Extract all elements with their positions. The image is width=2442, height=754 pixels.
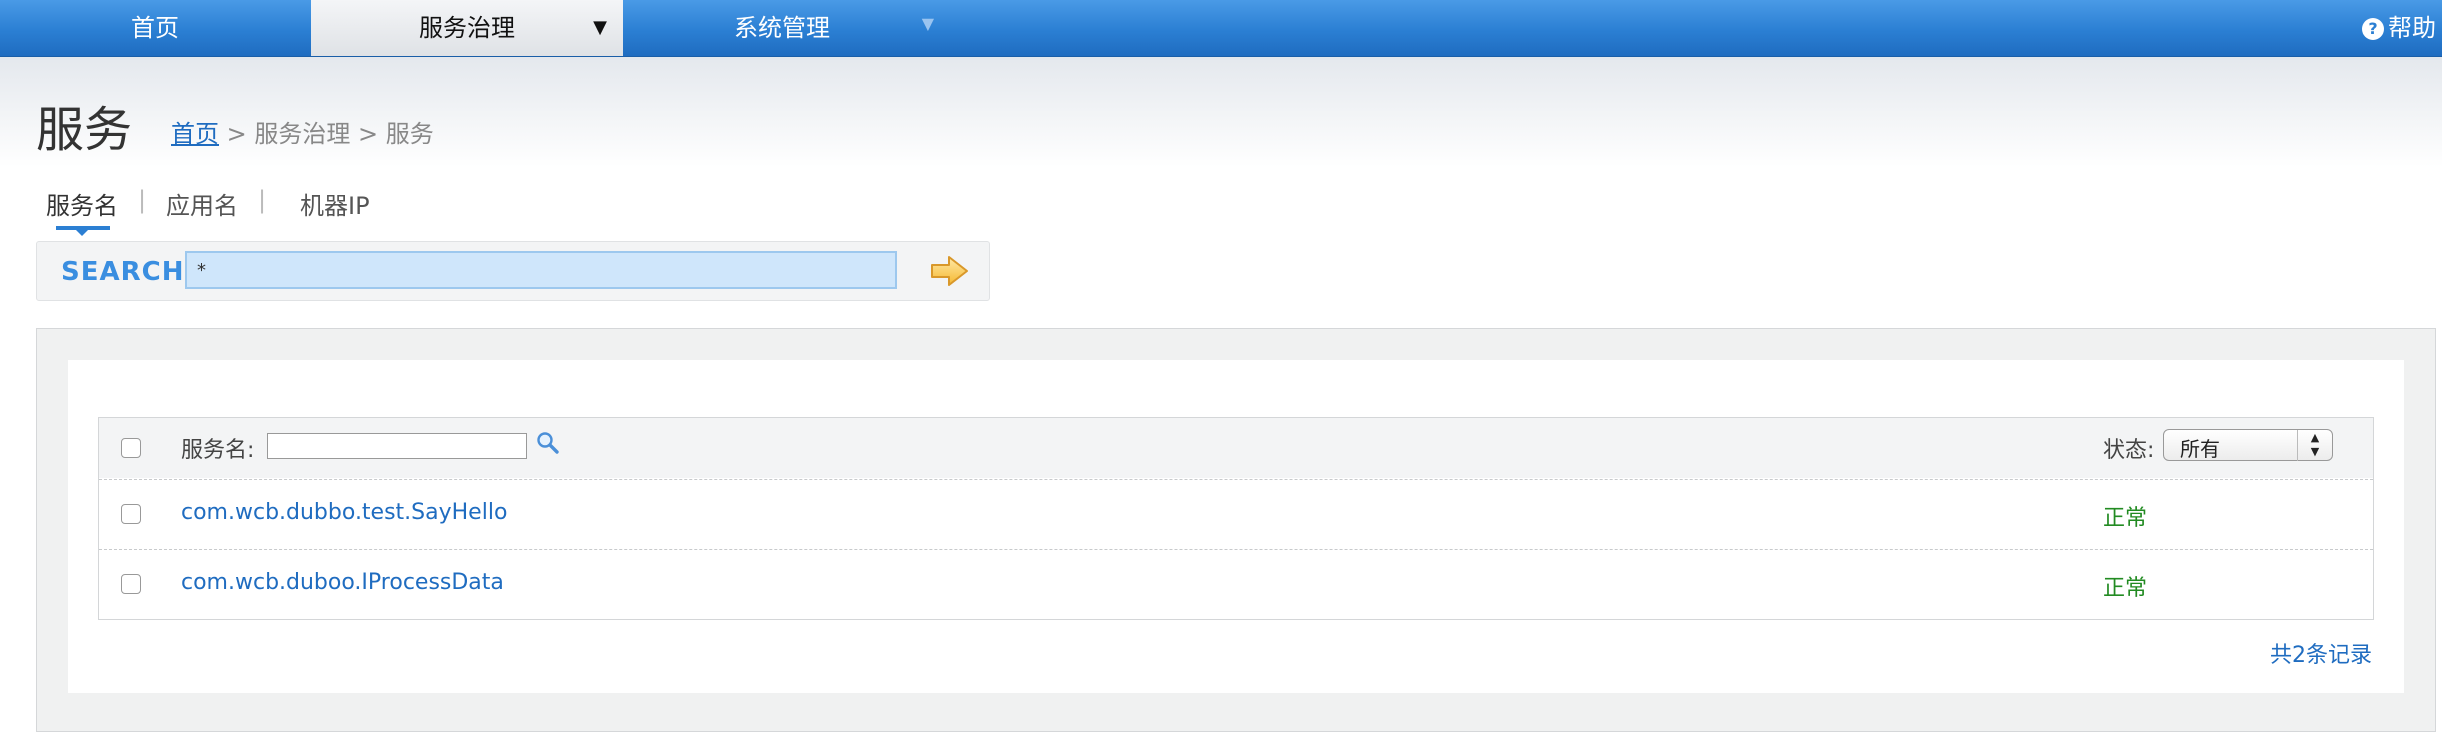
caret-down-icon: ▼ <box>593 17 607 38</box>
record-count: 共2条记录 <box>2270 643 2372 668</box>
table-row: com.wcb.dubbo.test.SayHello 正常 <box>99 479 2373 548</box>
nav-item-home[interactable]: 首页 <box>0 0 310 56</box>
nav-item-label: 系统管理 <box>734 14 830 42</box>
tab-service-name[interactable]: 服务名 <box>46 186 118 221</box>
search-label: SEARCH <box>61 257 185 287</box>
nav-item-service-governance[interactable]: 服务治理 ▼ <box>311 0 623 56</box>
help-icon: ? <box>2362 18 2384 40</box>
breadcrumb: 首页 > 服务治理 > 服务 <box>171 114 434 149</box>
breadcrumb-separator: > <box>219 120 255 148</box>
caret-down-icon: ▼ <box>921 14 934 33</box>
service-link[interactable]: com.wcb.dubbo.test.SayHello <box>181 500 507 525</box>
breadcrumb-section: 服务治理 <box>254 120 351 148</box>
table-row: com.wcb.duboo.IProcessData 正常 <box>99 549 2373 618</box>
header-band <box>0 57 2442 167</box>
status-filter-value: 所有 <box>2180 437 2220 461</box>
service-status: 正常 <box>2103 506 2148 531</box>
service-link[interactable]: com.wcb.duboo.IProcessData <box>181 570 504 595</box>
search-bar: SEARCH <box>36 241 990 301</box>
tab-separator: | <box>138 186 147 214</box>
service-status: 正常 <box>2103 576 2148 601</box>
page-title: 服务 <box>36 102 133 158</box>
arrow-right-icon[interactable] <box>929 254 971 288</box>
help-label: 帮助 <box>2388 14 2436 42</box>
top-nav: 首页 服务治理 ▼ 系统管理 ▼ ? 帮助 <box>0 0 2442 57</box>
service-name-filter-label: 服务名: <box>181 438 255 463</box>
service-table: 服务名: 状态: 所有 ▲ ▼ com.wcb.dubbo.test.SayHel… <box>98 417 2374 620</box>
breadcrumb-separator: > <box>350 120 386 148</box>
nav-item-label: 服务治理 <box>419 14 515 42</box>
table-header-row: 服务名: 状态: 所有 ▲ ▼ <box>99 418 2373 478</box>
service-name-filter-input[interactable] <box>267 433 527 459</box>
tab-separator: | <box>258 186 267 214</box>
row-checkbox[interactable] <box>121 504 141 524</box>
nav-item-label: 首页 <box>131 14 179 42</box>
breadcrumb-home-link[interactable]: 首页 <box>171 120 219 148</box>
active-tab-arrow-icon <box>76 230 88 236</box>
status-filter-select[interactable]: 所有 ▲ ▼ <box>2163 429 2333 461</box>
search-icon[interactable] <box>535 430 561 456</box>
tab-machine-ip[interactable]: 机器IP <box>300 186 370 221</box>
row-checkbox[interactable] <box>121 574 141 594</box>
status-filter-label: 状态: <box>2103 438 2155 463</box>
search-input[interactable] <box>185 251 897 289</box>
nav-item-system-management[interactable]: 系统管理 ▼ <box>624 0 940 56</box>
tab-app-name[interactable]: 应用名 <box>166 186 238 221</box>
select-arrows-icon: ▲ ▼ <box>2297 430 2332 461</box>
help-link[interactable]: ? 帮助 <box>2362 0 2436 56</box>
select-all-checkbox[interactable] <box>121 438 141 458</box>
breadcrumb-current: 服务 <box>385 120 434 148</box>
